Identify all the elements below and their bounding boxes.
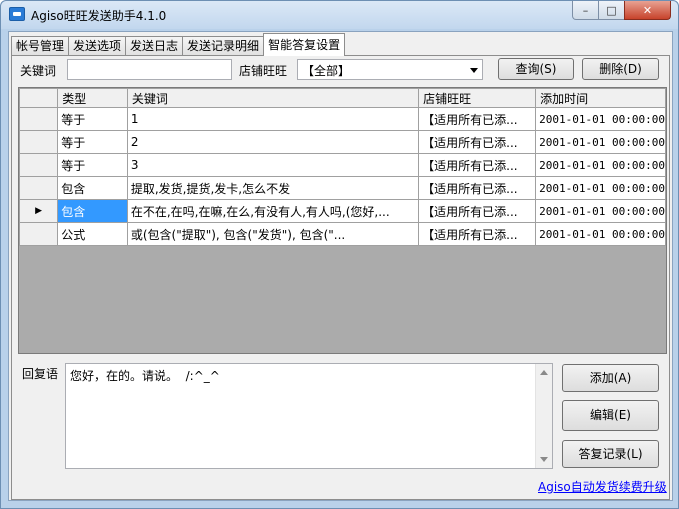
reply-history-button[interactable]: 答复记录(L) bbox=[562, 440, 659, 468]
cell-keyword[interactable]: 在不在,在吗,在嘛,在么,有没有人,有人吗,(您好,... bbox=[126, 199, 420, 223]
column-header-time[interactable]: 添加时间 bbox=[535, 88, 666, 108]
table-row[interactable]: 等于 1 【适用所有已添... 2001-01-01 00:00:00 bbox=[19, 107, 666, 131]
cell-keyword[interactable]: 提取,发货,提货,发卡,怎么不发 bbox=[126, 176, 420, 200]
cell-time[interactable]: 2001-01-01 00:00:00 bbox=[535, 153, 666, 177]
cell-keyword[interactable]: 或(包含("提取"), 包含("发货"), 包含("... bbox=[126, 222, 420, 246]
add-button[interactable]: 添加(A) bbox=[562, 364, 659, 392]
grid-corner-header[interactable] bbox=[19, 88, 59, 108]
query-button[interactable]: 查询(S) bbox=[498, 58, 574, 80]
cell-type[interactable]: 包含 bbox=[57, 199, 128, 223]
shop-select-value: 【全部】 bbox=[302, 64, 351, 78]
window-title: Agiso旺旺发送助手4.1.0 bbox=[31, 9, 167, 23]
reply-label: 回复语 bbox=[22, 367, 59, 381]
cell-time[interactable]: 2001-01-01 00:00:00 bbox=[535, 107, 666, 131]
cell-type[interactable]: 等于 bbox=[57, 130, 128, 154]
cell-type[interactable]: 等于 bbox=[57, 153, 128, 177]
cell-type[interactable]: 包含 bbox=[57, 176, 128, 200]
edit-button[interactable]: 编辑(E) bbox=[562, 400, 659, 431]
app-icon bbox=[9, 7, 25, 21]
row-header[interactable] bbox=[19, 130, 59, 154]
smart-reply-panel: 关键词 店铺旺旺 【全部】 查询(S) 删除(D) 类型 关键词 店铺旺旺 添加… bbox=[11, 55, 670, 500]
tab-send-log[interactable]: 发送日志 bbox=[125, 36, 184, 56]
tab-account[interactable]: 帐号管理 bbox=[11, 36, 70, 56]
title-bar[interactable]: Agiso旺旺发送助手4.1.0 – □ ✕ bbox=[1, 1, 678, 29]
scroll-down-icon[interactable] bbox=[540, 457, 548, 462]
table-row[interactable]: 等于 3 【适用所有已添... 2001-01-01 00:00:00 bbox=[19, 153, 666, 177]
tab-smart-reply[interactable]: 智能答复设置 bbox=[263, 33, 346, 56]
keyword-table: 类型 关键词 店铺旺旺 添加时间 等于 1 【适用所有已添... 2001-01… bbox=[19, 88, 666, 246]
tab-strip: 帐号管理 发送选项 发送日志 发送记录明细 智能答复设置 bbox=[11, 33, 346, 56]
cell-shop[interactable]: 【适用所有已添... bbox=[418, 222, 537, 246]
cell-time[interactable]: 2001-01-01 00:00:00 bbox=[535, 222, 666, 246]
row-header[interactable] bbox=[19, 107, 59, 131]
cell-time[interactable]: 2001-01-01 00:00:00 bbox=[535, 176, 666, 200]
app-window: Agiso旺旺发送助手4.1.0 – □ ✕ 帐号管理 发送选项 发送日志 发送… bbox=[0, 0, 679, 509]
keyword-input[interactable] bbox=[67, 59, 232, 80]
cell-type[interactable]: 公式 bbox=[57, 222, 128, 246]
column-header-type[interactable]: 类型 bbox=[57, 88, 128, 108]
cell-keyword[interactable]: 2 bbox=[126, 130, 420, 154]
shop-label: 店铺旺旺 bbox=[239, 64, 288, 78]
current-row-arrow-icon[interactable]: ▶ bbox=[19, 199, 59, 223]
scroll-up-icon[interactable] bbox=[540, 370, 548, 375]
minimize-button[interactable]: – bbox=[572, 1, 599, 20]
shop-select[interactable]: 【全部】 bbox=[297, 59, 483, 80]
cell-shop[interactable]: 【适用所有已添... bbox=[418, 107, 537, 131]
reply-textarea[interactable]: 您好，在的。请说。 /:^_^ bbox=[65, 363, 553, 469]
cell-time[interactable]: 2001-01-01 00:00:00 bbox=[535, 130, 666, 154]
table-row[interactable]: 包含 提取,发货,提货,发卡,怎么不发 【适用所有已添... 2001-01-0… bbox=[19, 176, 666, 200]
grid-header-row: 类型 关键词 店铺旺旺 添加时间 bbox=[19, 88, 666, 108]
cell-time[interactable]: 2001-01-01 00:00:00 bbox=[535, 199, 666, 223]
row-header[interactable] bbox=[19, 222, 59, 246]
cell-keyword[interactable]: 1 bbox=[126, 107, 420, 131]
delete-button[interactable]: 删除(D) bbox=[582, 58, 659, 80]
reply-text: 您好，在的。请说。 /:^_^ bbox=[70, 369, 220, 383]
chevron-down-icon bbox=[470, 68, 478, 73]
cell-type[interactable]: 等于 bbox=[57, 107, 128, 131]
cell-shop[interactable]: 【适用所有已添... bbox=[418, 199, 537, 223]
renew-upgrade-link[interactable]: Agiso自动发货续费升级 bbox=[538, 478, 667, 495]
row-header[interactable] bbox=[19, 153, 59, 177]
client-area: 帐号管理 发送选项 发送日志 发送记录明细 智能答复设置 关键词 店铺旺旺 【全… bbox=[8, 31, 673, 501]
column-header-keyword[interactable]: 关键词 bbox=[126, 88, 420, 108]
maximize-button[interactable]: □ bbox=[598, 1, 625, 20]
tab-send-records[interactable]: 发送记录明细 bbox=[182, 36, 265, 56]
cell-shop[interactable]: 【适用所有已添... bbox=[418, 130, 537, 154]
close-button[interactable]: ✕ bbox=[624, 1, 671, 20]
column-header-shop[interactable]: 店铺旺旺 bbox=[418, 88, 537, 108]
tab-send-options[interactable]: 发送选项 bbox=[68, 36, 127, 56]
reply-scrollbar[interactable] bbox=[535, 364, 552, 468]
cell-shop[interactable]: 【适用所有已添... bbox=[418, 176, 537, 200]
keyword-label: 关键词 bbox=[20, 64, 57, 78]
keyword-grid[interactable]: 类型 关键词 店铺旺旺 添加时间 等于 1 【适用所有已添... 2001-01… bbox=[18, 87, 667, 354]
table-row[interactable]: 等于 2 【适用所有已添... 2001-01-01 00:00:00 bbox=[19, 130, 666, 154]
row-header[interactable] bbox=[19, 176, 59, 200]
cell-keyword[interactable]: 3 bbox=[126, 153, 420, 177]
table-row[interactable]: 公式 或(包含("提取"), 包含("发货"), 包含("... 【适用所有已添… bbox=[19, 222, 666, 246]
table-row-selected[interactable]: ▶ 包含 在不在,在吗,在嘛,在么,有没有人,有人吗,(您好,... 【适用所有… bbox=[19, 199, 666, 223]
cell-shop[interactable]: 【适用所有已添... bbox=[418, 153, 537, 177]
